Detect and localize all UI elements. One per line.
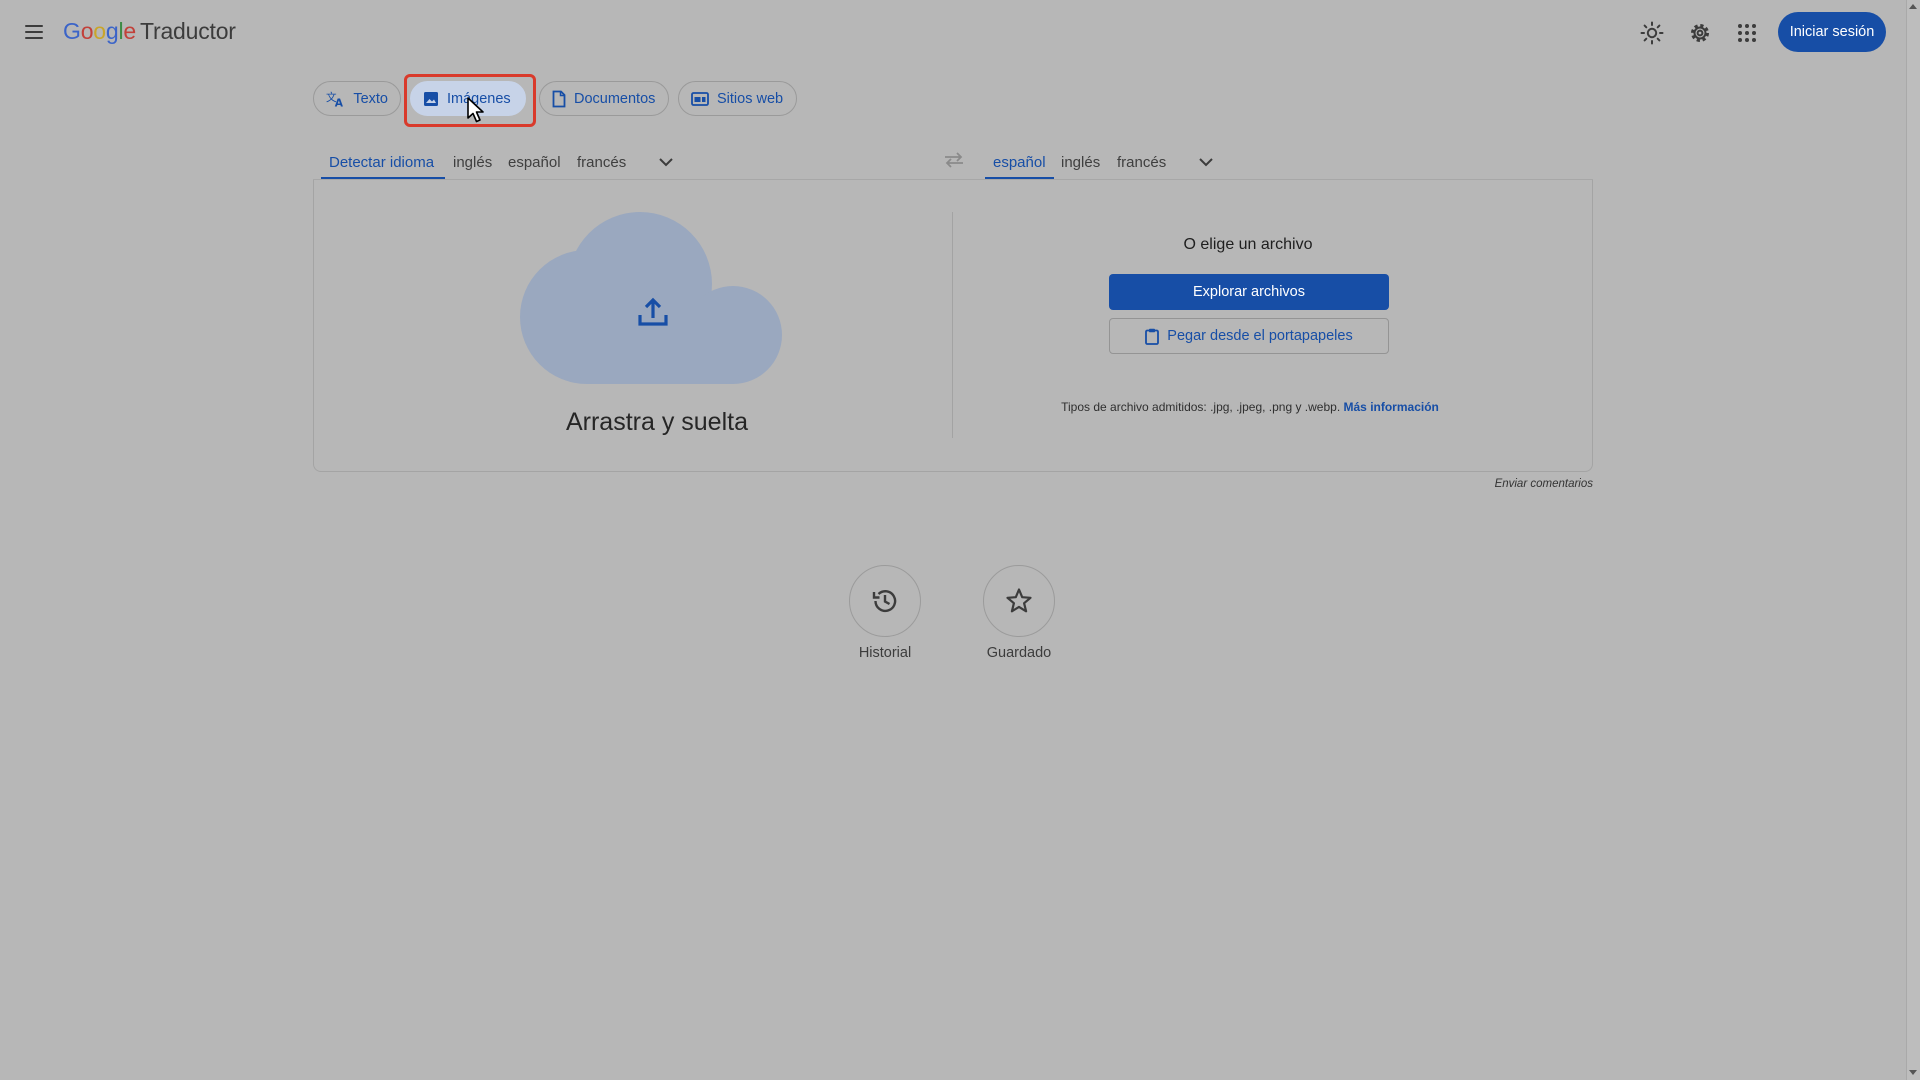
signin-button[interactable]: Iniciar sesión [1778, 12, 1886, 52]
tab-documents[interactable]: Documentos [539, 81, 669, 116]
panel-divider [952, 212, 953, 438]
chevron-down-icon [659, 158, 673, 167]
source-lang-dropdown[interactable] [658, 146, 674, 178]
explore-files-button[interactable]: Explorar archivos [1109, 274, 1389, 310]
send-feedback-link[interactable]: Enviar comentarios [1460, 478, 1593, 490]
history-icon [872, 590, 897, 613]
svg-text:A: A [335, 96, 344, 107]
more-info-link[interactable]: Más información [1344, 400, 1439, 414]
website-icon [691, 91, 709, 106]
logo-letter: o [93, 18, 106, 44]
scroll-down-arrow-icon[interactable] [1909, 1070, 1917, 1075]
target-lang-item[interactable]: francés [1117, 146, 1166, 178]
tab-documents-label: Documentos [574, 90, 656, 107]
chevron-down-icon [1199, 158, 1213, 167]
target-lang-item[interactable]: español [993, 146, 1046, 178]
supported-filetypes: Tipos de archivo admitidos: .jpg, .jpeg,… [1040, 400, 1460, 414]
scroll-up-arrow-icon[interactable] [1909, 4, 1917, 9]
tab-text[interactable]: 文A Texto [313, 81, 401, 116]
scrollbar[interactable] [1906, 0, 1920, 1080]
google-translate-logo[interactable]: Google Traductor [63, 18, 236, 45]
logo-letter: e [123, 18, 136, 44]
document-icon [552, 90, 566, 107]
translate-icon: 文A [326, 90, 344, 107]
history-label: Historial [858, 645, 912, 661]
image-upload-panel [313, 180, 1593, 472]
logo-letter: o [80, 18, 94, 44]
star-icon [1006, 588, 1032, 613]
target-lang-item[interactable]: inglés [1061, 146, 1100, 178]
clipboard-icon [1145, 328, 1160, 345]
menu-icon[interactable] [22, 20, 46, 44]
saved-label: Guardado [986, 645, 1052, 661]
tab-websites[interactable]: Sitios web [678, 81, 797, 116]
selection-highlight [404, 74, 536, 127]
upload-icon [636, 294, 670, 328]
paste-clipboard-button[interactable]: Pegar desde el portapapeles [1109, 318, 1389, 354]
logo-letter: g [105, 18, 119, 44]
source-lang-item[interactable]: inglés [453, 146, 492, 178]
source-lang-item[interactable]: español [508, 146, 561, 178]
brightness-icon[interactable] [1639, 20, 1665, 46]
paste-clipboard-label: Pegar desde el portapapeles [1167, 328, 1353, 344]
filetypes-text: Tipos de archivo admitidos: .jpg, .jpeg,… [1061, 400, 1341, 414]
history-button[interactable] [849, 565, 921, 637]
saved-button[interactable] [983, 565, 1055, 637]
source-lang-detect[interactable]: Detectar idioma [329, 146, 434, 178]
target-lang-dropdown[interactable] [1198, 146, 1214, 178]
settings-icon[interactable] [1687, 20, 1713, 46]
choose-file-title: O elige un archivo [1183, 236, 1313, 253]
apps-grid-icon[interactable] [1734, 20, 1760, 46]
tab-text-label: Texto [353, 90, 388, 107]
tab-websites-label: Sitios web [717, 90, 784, 107]
source-lang-item[interactable]: francés [577, 146, 626, 178]
dropzone-label: Arrastra y suelta [565, 408, 748, 436]
product-name: Traductor [140, 18, 236, 44]
swap-languages-icon[interactable] [942, 148, 966, 172]
logo-letter: G [63, 18, 81, 44]
